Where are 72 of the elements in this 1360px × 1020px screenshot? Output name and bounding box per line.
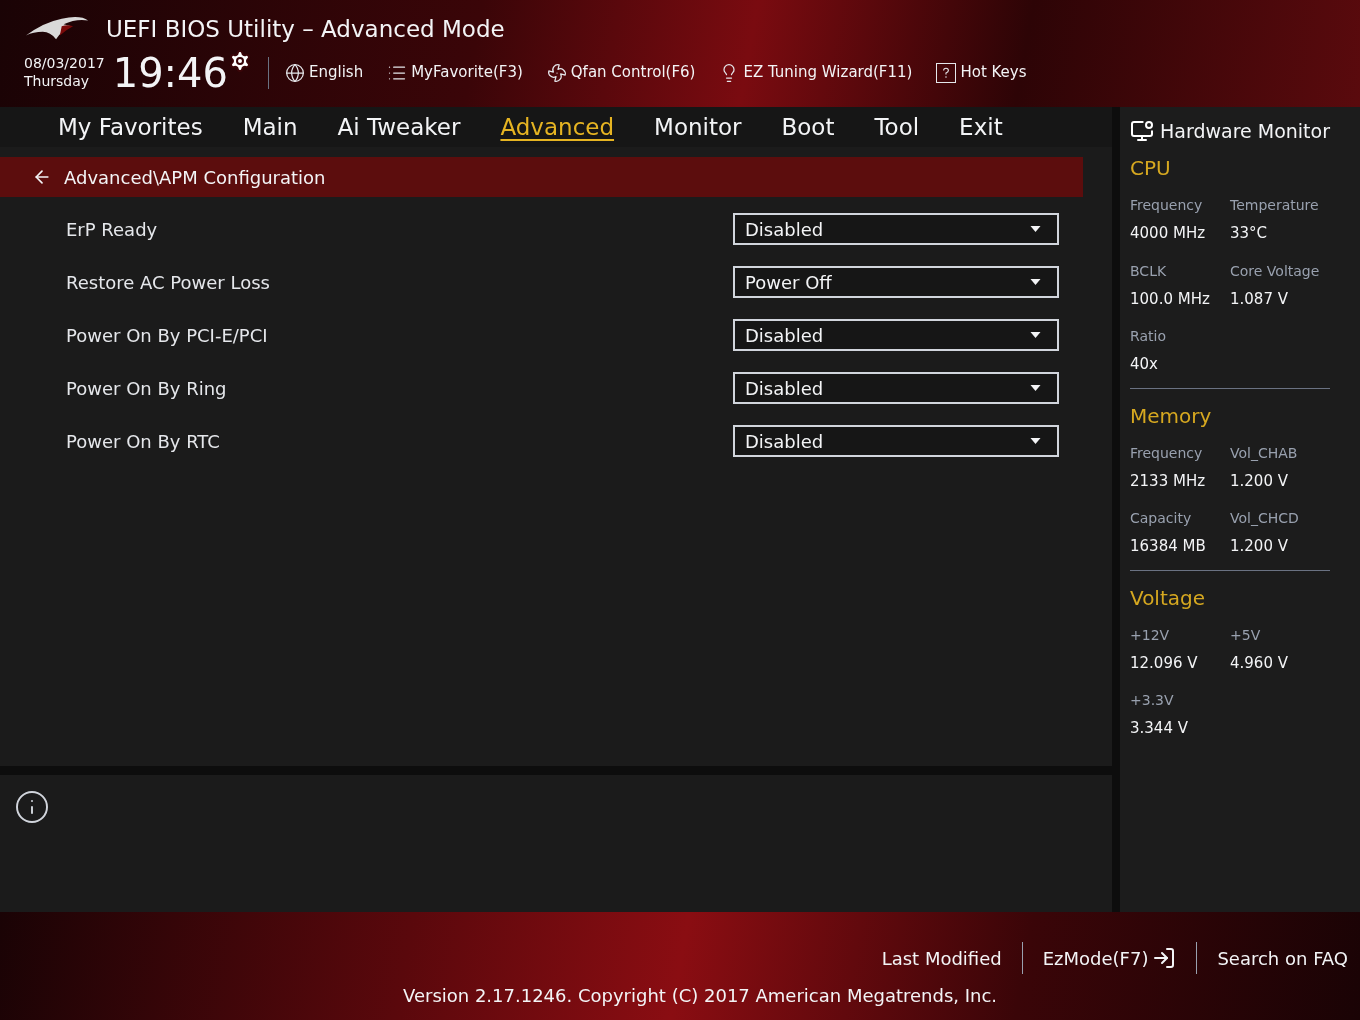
- toolbar-button[interactable]: MyFavorite(F3): [387, 61, 523, 84]
- setting-label: Power On By RTC: [66, 429, 220, 454]
- sensor-label: Vol_CHCD: [1230, 509, 1300, 528]
- sensor-label: +12V: [1130, 625, 1171, 645]
- date-text: 08/03/2017: [24, 55, 105, 73]
- sensor-value: 1.087 V: [1230, 288, 1289, 310]
- section-title: Memory: [1130, 402, 1213, 430]
- toolbar-button[interactable]: Hot Keys: [936, 61, 1027, 84]
- sensor-value: 40x: [1130, 354, 1159, 375]
- dropdown[interactable]: Disabled: [733, 425, 1059, 457]
- sensor-value: 4.960 V: [1230, 652, 1289, 674]
- day-text: Thursday: [24, 72, 91, 90]
- exit-icon: [1152, 946, 1177, 970]
- menu-tab[interactable]: Advanced: [500, 109, 615, 145]
- fan-icon: [546, 62, 567, 83]
- settings-icon[interactable]: [228, 48, 252, 73]
- window-title: UEFI BIOS Utility – Advanced Mode: [106, 15, 505, 44]
- sensor-label: BCLK: [1130, 261, 1168, 281]
- info-icon: [14, 789, 50, 825]
- section-title: CPU: [1130, 155, 1172, 182]
- sensor-label: Ratio: [1130, 327, 1167, 346]
- sensor-value: 100.0 MHz: [1130, 288, 1211, 310]
- sensor-label: +5V: [1230, 625, 1262, 645]
- breadcrumb-text: Advanced\APM Configuration: [64, 165, 326, 190]
- sensor-value: 3.344 V: [1130, 718, 1189, 739]
- sensor-label: Core Voltage: [1230, 261, 1321, 281]
- globe-icon: [285, 62, 305, 83]
- version-text: Version 2.17.1246. Copyright (C) 2017 American Megatrends, Inc.: [403, 984, 998, 1008]
- sensor-value: 16384 MB: [1130, 536, 1207, 557]
- setting-label: Restore AC Power Loss: [66, 270, 270, 295]
- menu-tab[interactable]: Ai Tweaker: [337, 109, 461, 145]
- dropdown[interactable]: Disabled: [733, 372, 1059, 404]
- monitor-icon: [1130, 119, 1154, 143]
- toolbar-button[interactable]: EZ Tuning Wizard(F11): [719, 61, 913, 84]
- dropdown[interactable]: Disabled: [733, 319, 1059, 351]
- menu-tab[interactable]: Boot: [781, 109, 835, 145]
- footer-link[interactable]: Last Modified: [881, 944, 1002, 972]
- sensor-value: 1.200 V: [1230, 536, 1289, 557]
- panel-title: Hardware Monitor: [1160, 118, 1330, 144]
- caret-icon: [1030, 226, 1041, 232]
- menu-tab[interactable]: Tool: [874, 109, 920, 145]
- sensor-label: Frequency: [1130, 443, 1204, 463]
- clock-time: 19:46: [112, 52, 228, 93]
- setting-label: Power On By Ring: [66, 376, 227, 401]
- toolbar-button[interactable]: Qfan Control(F6): [546, 61, 696, 84]
- sensor-value: 4000 MHz: [1130, 223, 1207, 244]
- setting-label: Power On By PCI-E/PCI: [66, 323, 268, 348]
- sensor-label: +3.3V: [1130, 691, 1175, 710]
- sensor-label: Vol_CHAB: [1230, 443, 1299, 463]
- section-title: Voltage: [1130, 584, 1207, 612]
- caret-icon: [1030, 385, 1041, 391]
- sensor-value: 1.200 V: [1230, 470, 1289, 492]
- sensor-label: Capacity: [1130, 509, 1193, 528]
- question-mark-icon: [936, 62, 957, 83]
- dropdown[interactable]: Power Off: [733, 266, 1059, 298]
- toolbar-button[interactable]: English: [285, 61, 364, 84]
- caret-icon: [1030, 438, 1041, 444]
- footer-link[interactable]: EzMode(F7): [1042, 944, 1177, 972]
- menu-tab[interactable]: Exit: [959, 109, 1003, 145]
- sensor-value: 12.096 V: [1130, 652, 1199, 674]
- menu-tab[interactable]: Main: [242, 109, 298, 145]
- sensor-label: Temperature: [1230, 196, 1320, 215]
- menu-tab[interactable]: Monitor: [654, 109, 742, 145]
- sensor-label: Frequency: [1130, 196, 1204, 215]
- caret-icon: [1030, 279, 1041, 285]
- footer-link[interactable]: Search on FAQ: [1217, 944, 1348, 972]
- sensor-value: 2133 MHz: [1130, 470, 1207, 492]
- dropdown[interactable]: Disabled: [733, 213, 1059, 245]
- setting-label: ErP Ready: [66, 217, 158, 242]
- sensor-value: 33°C: [1230, 223, 1269, 244]
- caret-icon: [1030, 332, 1041, 338]
- menu-tab[interactable]: My Favorites: [58, 109, 203, 145]
